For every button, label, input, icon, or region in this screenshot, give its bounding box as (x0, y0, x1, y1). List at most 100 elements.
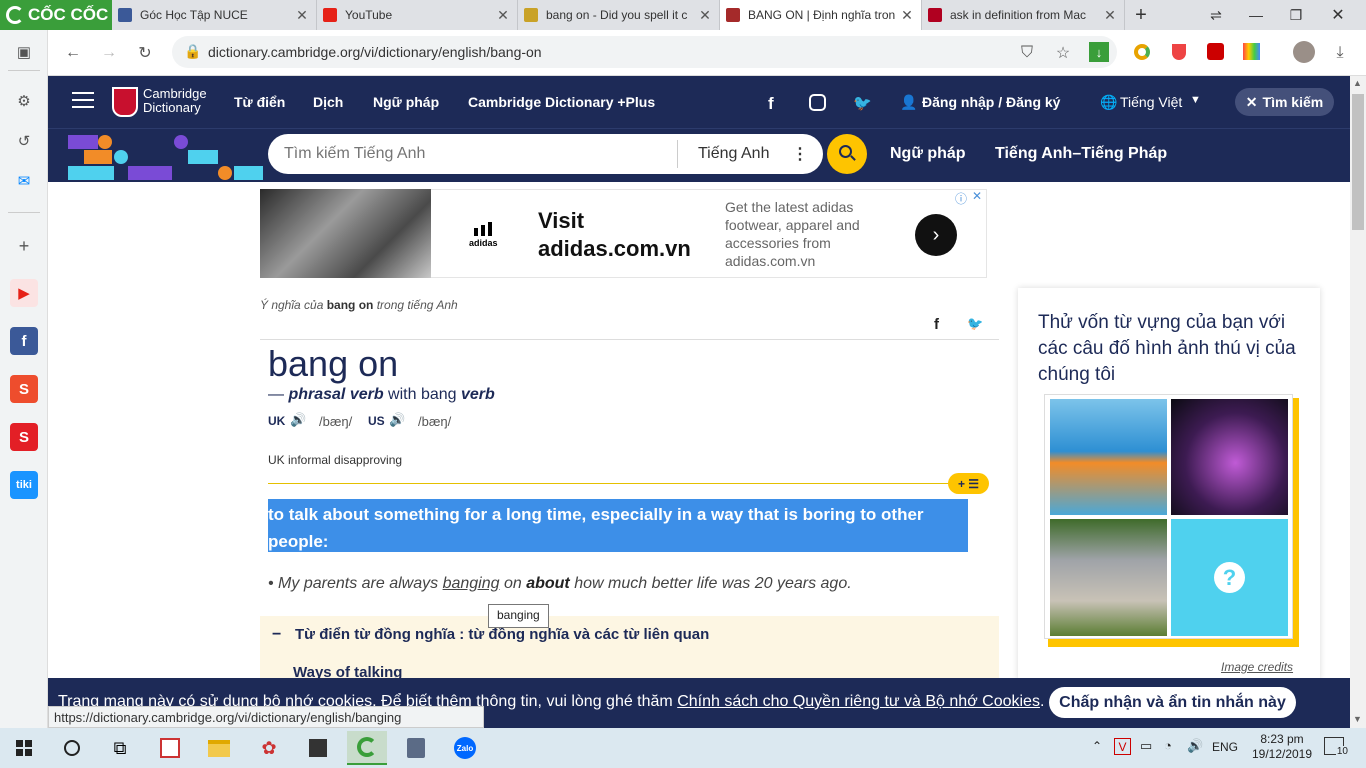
nav-grammar[interactable]: Ngữ pháp (373, 94, 439, 110)
input-language[interactable]: ENG (1212, 740, 1238, 754)
quiz-image-house[interactable] (1050, 519, 1167, 636)
login-link[interactable]: Đăng nhập / Đăng ký (922, 94, 1060, 110)
search-input[interactable] (284, 142, 664, 166)
instagram-icon[interactable] (809, 94, 826, 111)
sub-link-english-french[interactable]: Tiếng Anh–Tiếng Pháp (995, 145, 1167, 163)
shield-icon[interactable]: ⛉ (1012, 38, 1042, 68)
us-audio-speaker-icon[interactable]: 🔊 (389, 412, 405, 428)
paint-app-icon[interactable]: ✿ (249, 731, 289, 765)
hamburger-menu-icon[interactable] (72, 92, 94, 108)
add-panel-icon[interactable]: + (10, 232, 38, 260)
tab-item[interactable]: ask in definition from Mac ✕ (922, 0, 1125, 30)
uk-audio-speaker-icon[interactable]: 🔊 (290, 412, 306, 428)
scroll-down-icon[interactable]: ▼ (1353, 714, 1362, 724)
profile-avatar[interactable] (1293, 41, 1315, 63)
close-window-button[interactable]: ✕ (1318, 0, 1358, 30)
facebook-icon[interactable]: f (768, 94, 774, 114)
ad-info-icon[interactable]: ⓘ (955, 190, 967, 207)
more-options-icon[interactable]: ⋮ (792, 144, 808, 164)
scrollbar-thumb[interactable] (1352, 94, 1364, 230)
bookmark-star-icon[interactable]: ☆ (1048, 38, 1078, 68)
close-tab-icon[interactable]: ✕ (697, 7, 713, 24)
coccoc-taskbar-icon[interactable] (347, 731, 387, 765)
wifi-icon[interactable]: ◔ (1164, 738, 1172, 753)
app-icon[interactable] (396, 731, 436, 765)
download-save-icon[interactable]: ↓ (1089, 42, 1109, 62)
notification-center-icon[interactable]: 10 (1324, 737, 1349, 757)
chevron-down-icon[interactable]: ▼ (1190, 94, 1201, 106)
extension-color-icon[interactable] (1243, 43, 1260, 60)
nav-dictionary[interactable]: Từ điển (234, 94, 285, 110)
accept-cookies-button[interactable]: Chấp nhận và ẩn tin nhắn này (1049, 687, 1296, 718)
file-explorer-icon[interactable] (199, 731, 239, 765)
collapse-minus-icon[interactable]: − (272, 626, 281, 644)
facebook-icon[interactable]: f (10, 327, 38, 355)
nav-plus[interactable]: Cambridge Dictionary +Plus (468, 94, 655, 110)
new-tab-button[interactable]: + (1125, 0, 1157, 30)
sticky-notes-icon[interactable] (298, 731, 338, 765)
maximize-button[interactable]: ❐ (1276, 0, 1316, 30)
close-tab-icon[interactable]: ✕ (294, 7, 310, 24)
volume-icon[interactable]: 🔊 (1187, 738, 1203, 754)
thesaurus-title[interactable]: Từ điển từ đồng nghĩa : từ đồng nghĩa và… (295, 626, 709, 643)
tab-item[interactable]: bang on - Did you spell it c ✕ (518, 0, 720, 30)
language-select[interactable]: Tiếng Việt (1120, 94, 1182, 110)
cookie-policy-link[interactable]: Chính sách cho Quyền riêng tư và Bộ nhớ … (677, 693, 1040, 710)
search-language-select[interactable]: Tiếng Anh (698, 145, 769, 163)
close-tab-icon[interactable]: ✕ (899, 7, 915, 24)
tab-menu-icon[interactable]: ⇌ (1196, 0, 1236, 30)
ad-next-arrow-icon[interactable]: › (915, 214, 957, 256)
user-icon[interactable]: 👤 (900, 94, 917, 111)
tray-network-icon[interactable]: ▭ (1140, 738, 1152, 754)
quiz-unknown-tile[interactable]: ? (1171, 519, 1288, 636)
reload-icon[interactable]: ↻ (130, 38, 160, 68)
image-credits-link[interactable]: Image credits (1221, 660, 1293, 674)
tiki-icon[interactable]: tiki (10, 471, 38, 499)
search-button[interactable] (827, 134, 867, 174)
browser-brand[interactable]: CỐC CỐC (0, 0, 112, 30)
ad-headline[interactable]: Visit adidas.com.vn (538, 207, 691, 263)
quiz-image-waterslide[interactable] (1050, 399, 1167, 515)
shopee-icon[interactable]: S (10, 375, 38, 403)
clock[interactable]: 8:23 pm 19/12/2019 (1250, 732, 1314, 762)
task-view-icon[interactable]: ⧉ (100, 731, 140, 765)
tab-item-active[interactable]: BANG ON | Định nghĩa tron ✕ (720, 0, 922, 30)
site-logo[interactable]: Cambridge Dictionary (143, 87, 207, 115)
share-facebook-icon[interactable]: f (934, 316, 939, 333)
example-link[interactable]: banging (443, 575, 500, 592)
sidebar-toggle-icon[interactable]: ▣ (10, 38, 38, 66)
tab-item[interactable]: YouTube ✕ (317, 0, 518, 30)
quiz-title[interactable]: Thử vốn từ vựng của bạn với các câu đố h… (1038, 310, 1300, 388)
twitter-icon[interactable]: 🐦 (853, 94, 872, 112)
scroll-up-icon[interactable]: ▲ (1353, 78, 1362, 88)
sub-link-grammar[interactable]: Ngữ pháp (890, 145, 966, 163)
settings-gear-icon[interactable]: ⚙ (10, 87, 38, 115)
tray-app-icon[interactable]: V (1114, 738, 1131, 755)
ad-image[interactable] (260, 189, 431, 278)
extension-chrome-icon[interactable] (1134, 44, 1150, 60)
extension-shield-icon[interactable] (1172, 44, 1186, 60)
zalo-icon[interactable]: Zalo (445, 731, 485, 765)
globe-icon[interactable]: 🌐 (1100, 94, 1117, 111)
app-icon[interactable] (150, 731, 190, 765)
sendo-icon[interactable]: S (10, 423, 38, 451)
minimize-button[interactable]: — (1236, 0, 1276, 30)
extension-red-icon[interactable] (1207, 43, 1224, 60)
back-arrow-icon[interactable]: ← (58, 38, 88, 68)
windows-start-icon[interactable] (4, 731, 44, 765)
share-twitter-icon[interactable]: 🐦 (967, 316, 983, 332)
quiz-image-ride[interactable] (1171, 399, 1288, 515)
lock-icon[interactable]: 🔒 (184, 43, 201, 60)
search-circle-icon[interactable] (52, 731, 92, 765)
ad-close-icon[interactable]: ✕ (972, 189, 982, 203)
address-text[interactable]: dictionary.cambridge.org/vi/dictionary/e… (208, 44, 542, 60)
downloads-icon[interactable]: ⤓ (1325, 38, 1355, 68)
tray-chevron-up-icon[interactable]: ⌃ (1092, 739, 1102, 753)
tab-item[interactable]: Góc Học Tập NUCE ✕ (112, 0, 317, 30)
search-toggle-button[interactable]: ✕ Tìm kiếm (1235, 88, 1334, 116)
forward-arrow-icon[interactable]: → (94, 38, 124, 68)
history-icon[interactable]: ↺ (10, 127, 38, 155)
youtube-icon[interactable]: ▶ (10, 279, 38, 307)
add-to-list-button[interactable]: + ☰ (948, 473, 989, 494)
messenger-icon[interactable]: ✉ (10, 167, 38, 195)
